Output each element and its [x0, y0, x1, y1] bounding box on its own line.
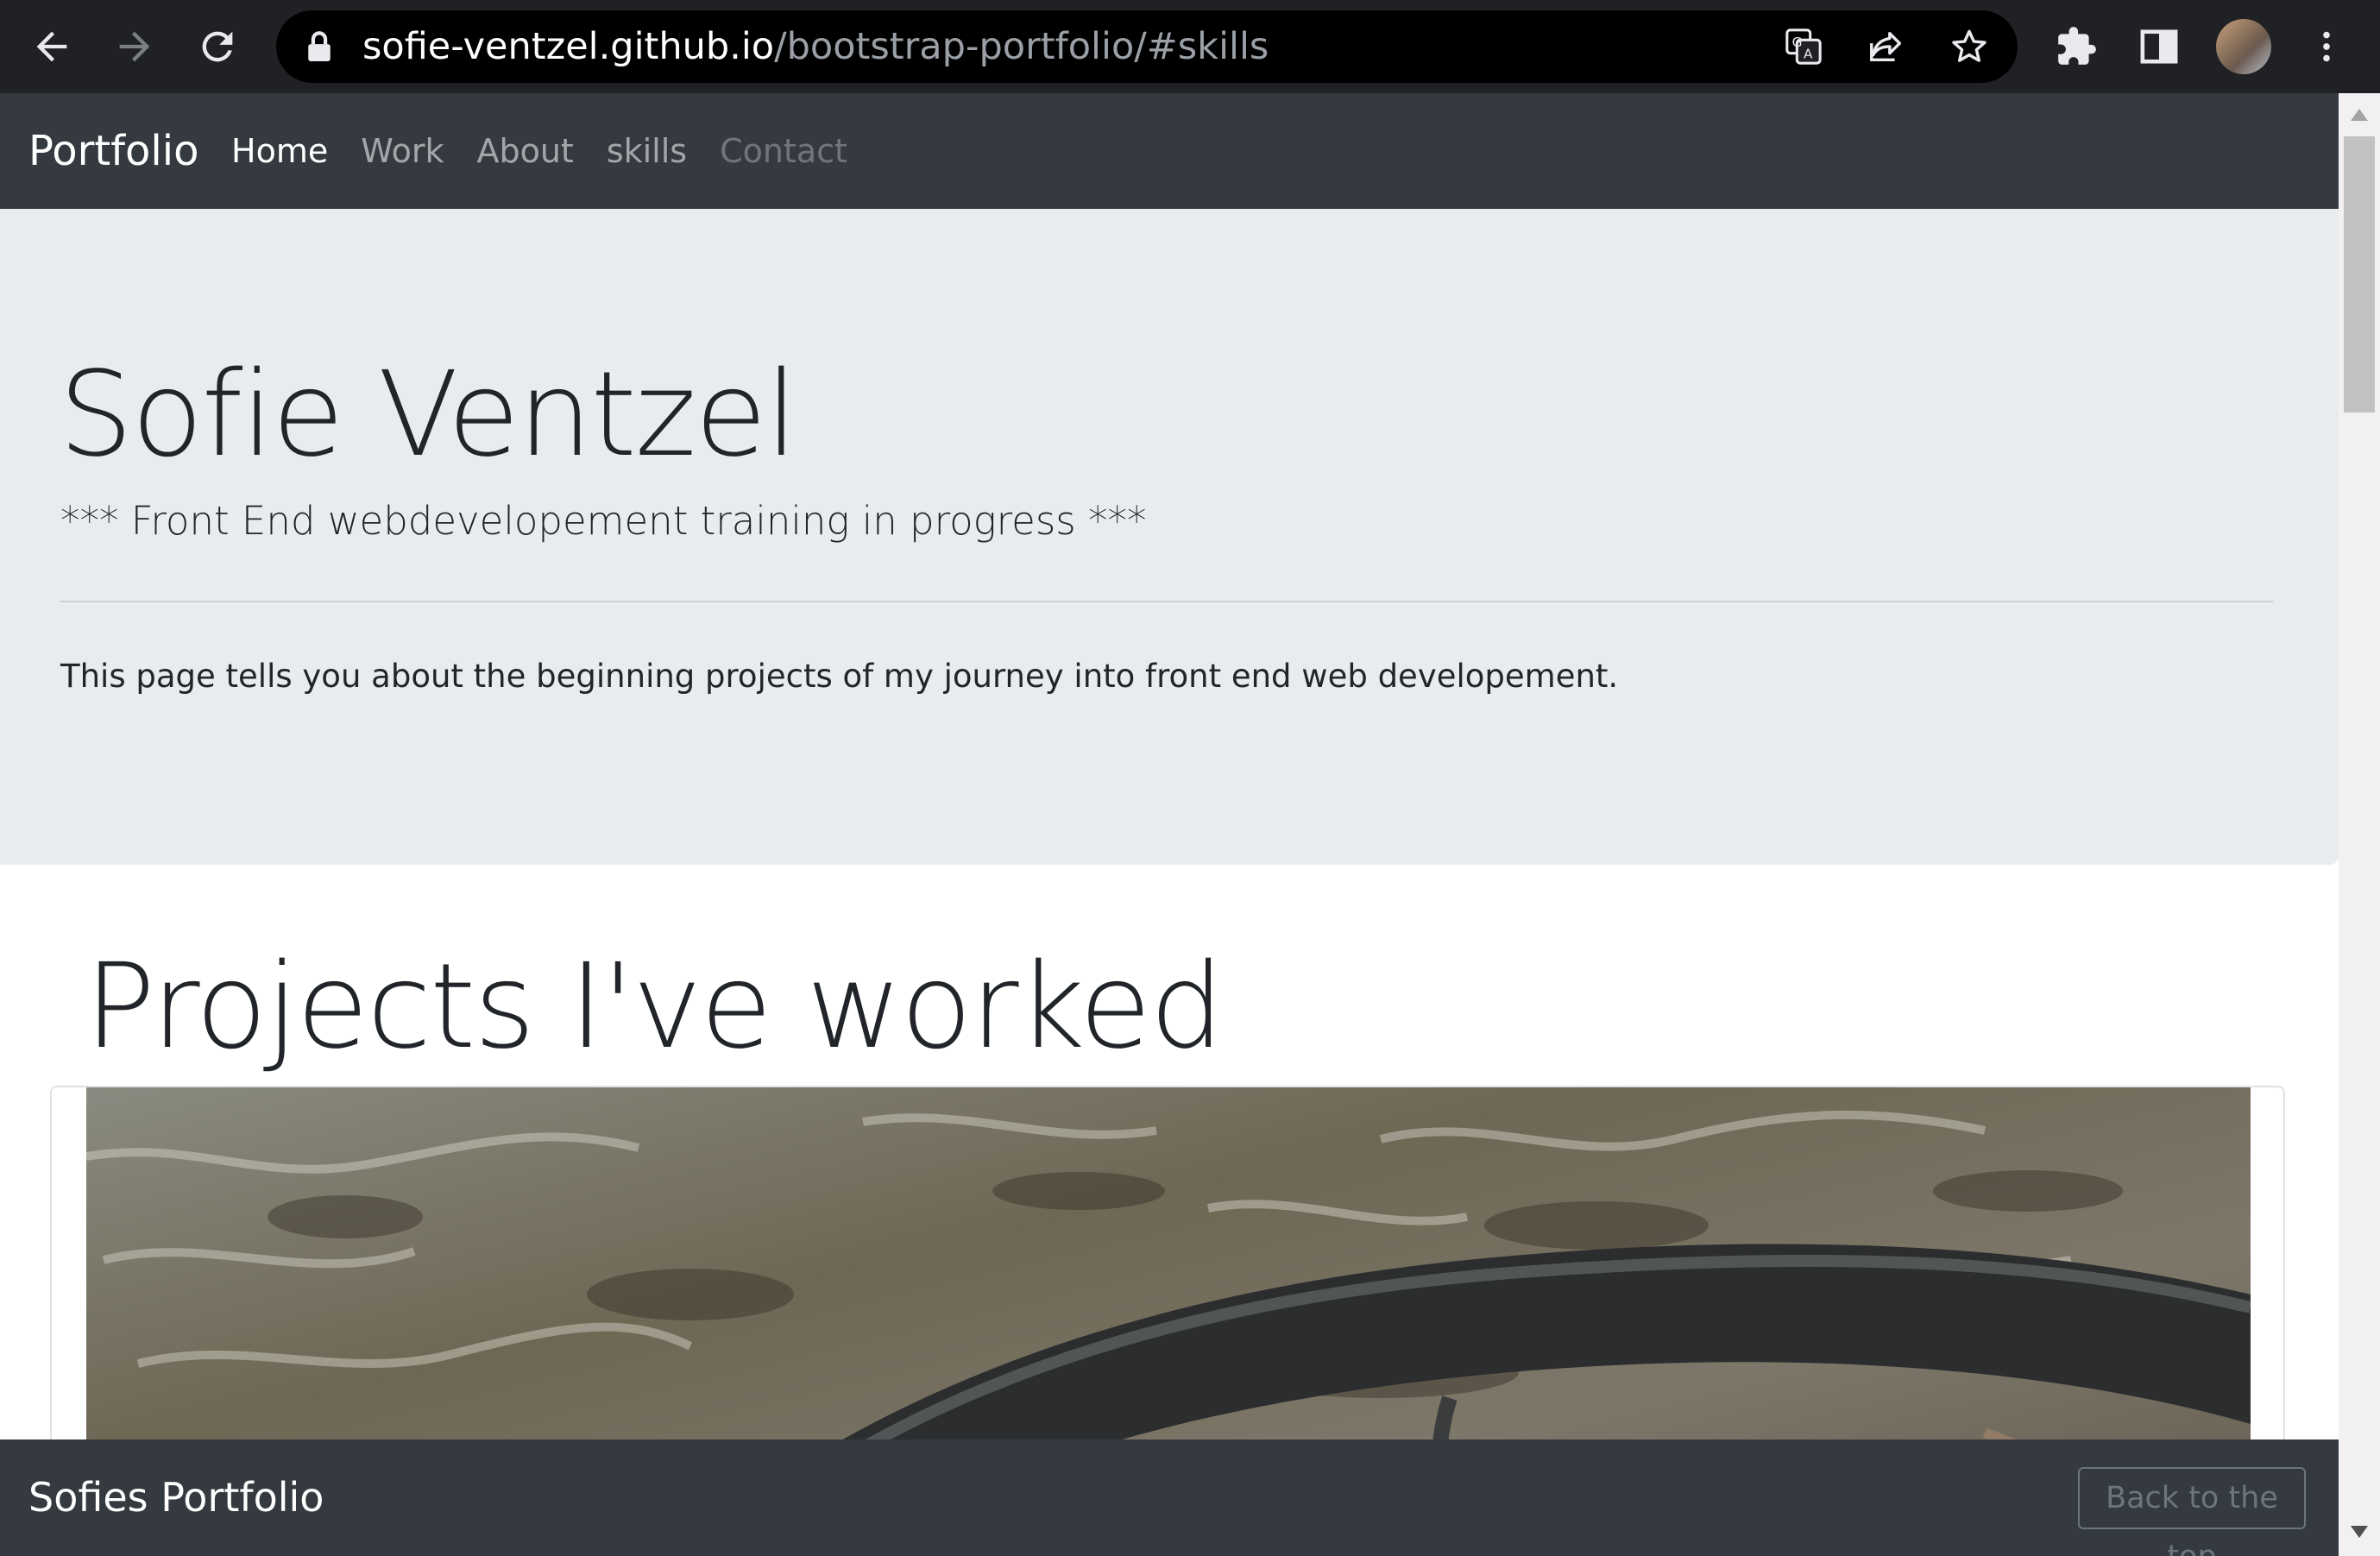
star-icon[interactable] — [1949, 26, 1990, 67]
share-icon[interactable] — [1866, 26, 1907, 67]
page-scrollbar[interactable] — [2339, 93, 2380, 1556]
scroll-up-arrow-icon[interactable] — [2351, 109, 2368, 121]
hero-lead: *** Front End webdevelopement training i… — [60, 498, 1147, 544]
forward-icon[interactable] — [104, 16, 166, 78]
menu-icon[interactable] — [2295, 16, 2358, 78]
reload-icon[interactable] — [186, 16, 249, 78]
hero-divider — [60, 601, 2273, 602]
svg-text:A: A — [1804, 46, 1813, 61]
address-bar[interactable]: sofie-ventzel.github.io/bootstrap-portfo… — [276, 10, 2018, 83]
footer-brand[interactable]: Sofies Portfolio — [28, 1439, 324, 1555]
nav-link-work[interactable]: Work — [361, 132, 444, 170]
nav-links: Home Work About skills Contact — [231, 93, 880, 209]
side-panel-icon[interactable] — [2128, 16, 2190, 78]
scroll-thumb[interactable] — [2344, 136, 2375, 413]
hero-jumbotron: Sofie Ventzel *** Front End webdevelopem… — [0, 209, 2339, 865]
back-icon[interactable] — [21, 16, 83, 78]
nav-link-contact: Contact — [720, 132, 847, 170]
hero-description: This page tells you about the beginning … — [60, 658, 1619, 695]
url-path: /bootstrap-portfolio/#skills — [774, 25, 1269, 68]
svg-text:G: G — [1792, 35, 1803, 50]
extensions-icon[interactable] — [2045, 16, 2107, 78]
nav-link-home[interactable]: Home — [231, 132, 328, 170]
url-text[interactable]: sofie-ventzel.github.io/bootstrap-portfo… — [362, 10, 1269, 83]
projects-heading: Projects I've worked — [85, 939, 1225, 1075]
browser-toolbar: sofie-ventzel.github.io/bootstrap-portfo… — [0, 0, 2380, 93]
site-footer: Sofies Portfolio Back to the top — [0, 1439, 2339, 1556]
avatar[interactable] — [2216, 19, 2271, 74]
navbar-brand[interactable]: Portfolio — [28, 93, 198, 209]
url-host: sofie-ventzel.github.io — [362, 25, 775, 68]
page-viewport: Portfolio Home Work About skills Contact… — [0, 93, 2339, 1556]
nav-link-skills[interactable]: skills — [607, 132, 687, 170]
translate-icon[interactable]: GA — [1783, 26, 1824, 67]
scroll-down-arrow-icon[interactable] — [2351, 1526, 2368, 1538]
site-navbar: Portfolio Home Work About skills Contact — [0, 93, 2339, 209]
nav-link-about[interactable]: About — [476, 132, 573, 170]
lock-icon[interactable] — [299, 26, 340, 67]
back-to-top-button[interactable]: Back to the top — [2078, 1467, 2306, 1556]
hero-title: Sofie Ventzel — [59, 347, 798, 483]
